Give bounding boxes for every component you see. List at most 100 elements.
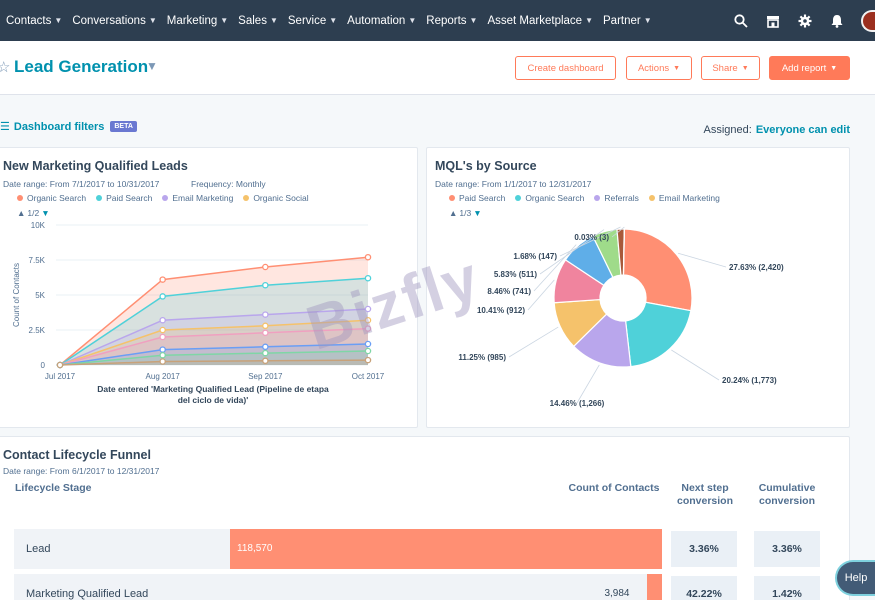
- card-title: New Marketing Qualified Leads: [3, 159, 188, 173]
- add-report-label: Add report: [781, 62, 827, 74]
- column-header-stage: Lifecycle Stage: [15, 482, 92, 494]
- create-dashboard-button[interactable]: Create dashboard: [515, 56, 616, 80]
- funnel-stage-label: Marketing Qualified Lead: [26, 588, 149, 600]
- y-tick-label: 10K: [31, 221, 46, 230]
- chart-legend: Paid Search Organic Search Referrals Ema…: [449, 193, 730, 203]
- y-tick-label: 2.5K: [29, 326, 46, 335]
- nav-item-marketing[interactable]: Marketing ▼: [167, 15, 228, 27]
- legend-label: Organic Search: [525, 193, 585, 203]
- x-axis-label: del ciclo de vida)': [178, 395, 249, 405]
- chevron-down-icon: ▼: [585, 16, 593, 25]
- data-point: [159, 276, 166, 283]
- funnel-row-mql[interactable]: Marketing Qualified Lead 3,984: [14, 574, 662, 600]
- pie-slice-label: 27.63% (2,420): [729, 263, 784, 272]
- column-header-count: Count of Contacts: [568, 482, 660, 494]
- funnel-bar: [230, 529, 662, 569]
- pie-leader-line: [677, 252, 727, 268]
- legend-label: Referrals: [604, 193, 639, 203]
- date-range: Date range: From 7/1/2017 to 10/31/2017: [3, 179, 160, 189]
- pie-leader-line: [527, 279, 555, 311]
- legend-item[interactable]: Email Marketing: [162, 193, 233, 203]
- nav-item-conversations[interactable]: Conversations ▼: [72, 15, 156, 27]
- column-header-line: conversion: [676, 495, 734, 507]
- filter-icon: ☰: [0, 121, 10, 133]
- chevron-down-icon: ▼: [148, 16, 157, 25]
- funnel-count-value: 118,570: [237, 543, 273, 554]
- nav-item-label: Marketing: [166, 14, 218, 27]
- data-point: [159, 326, 166, 334]
- pie-leader-line: [671, 349, 720, 381]
- nav-item-asset-marketplace[interactable]: Asset Marketplace ▼: [487, 15, 593, 27]
- nav-item-label: Conversations: [72, 14, 146, 27]
- column-header-next-step: Next step conversion: [671, 482, 739, 508]
- actions-button[interactable]: Actions ▼: [626, 56, 692, 80]
- bell-icon[interactable]: [829, 13, 845, 29]
- legend-item[interactable]: Email Marketing: [648, 193, 720, 203]
- legend-item[interactable]: Organic Social: [243, 193, 309, 203]
- legend-item[interactable]: Paid Search: [449, 193, 505, 203]
- funnel-row-lead[interactable]: Lead 118,570: [14, 529, 662, 569]
- nav-item-label: Contacts: [6, 14, 52, 27]
- avatar[interactable]: [861, 9, 875, 32]
- nav-item-label: Partner: [603, 14, 641, 27]
- pie-slice-label: 5.83% (511): [494, 270, 537, 279]
- nav-item-contacts[interactable]: Contacts ▼: [6, 15, 62, 27]
- chevron-down-icon: ▼: [643, 16, 652, 25]
- caret-down-icon: ▼: [830, 64, 838, 72]
- nav-menu: Contacts ▼ Conversations ▼ Marketing ▼ Sale…: [0, 15, 662, 27]
- caret-down-icon[interactable]: ▼: [146, 59, 158, 73]
- data-point: [159, 333, 166, 341]
- add-report-button[interactable]: Add report ▼: [769, 56, 850, 80]
- nav-item-service[interactable]: Service ▼: [288, 15, 337, 27]
- legend-item[interactable]: Referrals: [594, 193, 639, 203]
- card-title: Contact Lifecycle Funnel: [3, 448, 151, 462]
- data-point: [56, 361, 64, 369]
- data-point: [364, 356, 372, 364]
- chevron-down-icon: ▼: [408, 16, 417, 25]
- share-button[interactable]: Share ▼: [701, 56, 760, 80]
- top-navigation: Contacts ▼ Conversations ▼ Marketing ▼ Sale…: [0, 0, 875, 41]
- help-button[interactable]: Help: [835, 560, 875, 596]
- data-point: [262, 311, 269, 318]
- lifecycle-funnel-card: Contact Lifecycle Funnel Date range: Fro…: [0, 436, 850, 600]
- create-dashboard-label: Create dashboard: [527, 62, 604, 74]
- y-tick-label: 7.5K: [29, 256, 46, 265]
- x-tick-label: Oct 2017: [352, 372, 385, 381]
- legend-item[interactable]: Organic Search: [515, 193, 584, 203]
- funnel-count-value: 3,984: [604, 588, 630, 599]
- data-point: [159, 293, 166, 300]
- gear-icon[interactable]: [797, 13, 813, 29]
- legend-item[interactable]: Paid Search: [96, 193, 152, 203]
- nav-item-partner[interactable]: Partner ▼: [603, 15, 652, 27]
- data-point: [262, 329, 269, 337]
- dashboard-filters[interactable]: ☰ Dashboard filters BETA: [0, 120, 137, 133]
- nav-item-label: Asset Marketplace: [487, 14, 583, 27]
- nav-utility-icons: [717, 0, 875, 41]
- legend-dot: [594, 195, 601, 201]
- nav-item-reports[interactable]: Reports ▼: [426, 15, 477, 27]
- legend-dot: [648, 195, 655, 201]
- x-tick-label: Sep 2017: [248, 372, 283, 381]
- pie-slice-label: 0.03% (3): [574, 233, 609, 242]
- legend-label: Email Marketing: [658, 193, 720, 203]
- legend-item[interactable]: Organic Search: [17, 193, 86, 203]
- star-icon[interactable]: ☆: [0, 58, 10, 76]
- nav-item-automation[interactable]: Automation ▼: [347, 15, 416, 27]
- nav-item-sales[interactable]: Sales ▼: [238, 15, 278, 27]
- legend-label: Paid Search: [459, 193, 506, 203]
- search-icon[interactable]: [733, 13, 749, 29]
- column-header-line: conversion: [758, 495, 816, 507]
- nav-item-label: Sales: [238, 14, 267, 27]
- frequency: Frequency: Monthly: [191, 179, 266, 189]
- cumulative-conversion: 1.42%: [754, 576, 820, 600]
- data-point: [159, 358, 166, 365]
- legend-dot: [162, 195, 169, 201]
- pie-leader-line: [576, 364, 600, 404]
- x-axis-label: Date entered 'Marketing Qualified Lead (…: [97, 384, 329, 394]
- pie-slice-label: 20.24% (1,773): [722, 376, 777, 385]
- marketplace-icon[interactable]: [765, 13, 781, 29]
- data-point: [262, 357, 269, 365]
- assigned-link[interactable]: Everyone can edit: [756, 124, 850, 136]
- funnel-stage-label: Lead: [26, 543, 51, 555]
- x-tick-label: Jul 2017: [45, 372, 76, 381]
